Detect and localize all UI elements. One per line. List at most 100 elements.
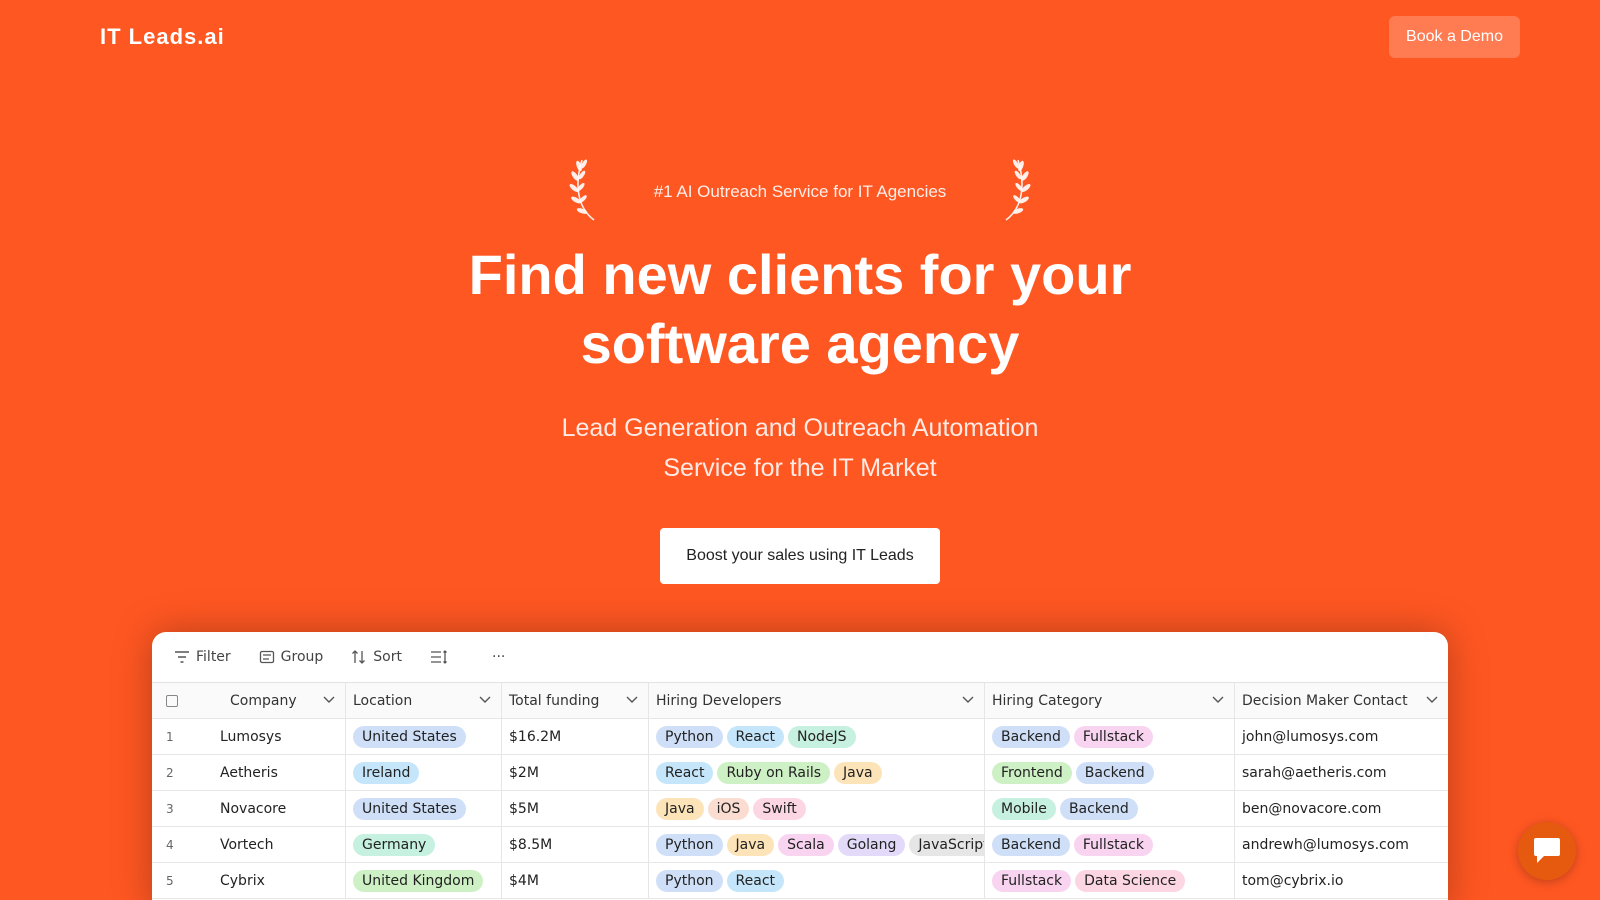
contact-cell[interactable]: john@lumosys.com [1235, 719, 1448, 754]
tag-pill: Java [656, 797, 704, 820]
book-demo-button[interactable]: Book a Demo [1389, 16, 1520, 58]
contact-email: andrewh@lumosys.com [1242, 836, 1409, 853]
table-row[interactable]: 5 Cybrix United Kingdom $4M Python React Fulls… [152, 863, 1448, 899]
column-label: Hiring Developers [656, 692, 782, 709]
tag-pill: JavaScript [909, 833, 984, 856]
hiring-category-cell[interactable]: Backend Fullstack [985, 827, 1235, 862]
header-hiring-category[interactable]: Hiring Category [985, 683, 1235, 718]
chevron-down-icon[interactable] [1426, 696, 1438, 704]
funding-value: $4M [509, 872, 539, 889]
award-badge: #1 AI Outreach Service for IT Agencies [560, 156, 1040, 222]
hiring-category-cell[interactable]: Mobile Backend [985, 791, 1235, 826]
row-height-icon [431, 650, 447, 664]
column-label: Total funding [509, 692, 600, 709]
tag-pill: React [726, 869, 785, 892]
tag-pill: Fullstack [992, 869, 1072, 892]
tag-pill: Backend [1059, 797, 1138, 820]
tag-pill: NodeJS [788, 725, 856, 748]
hero-subheading: Lead Generation and Outreach Automation … [500, 408, 1100, 488]
header-hiring-developers[interactable]: Hiring Developers [649, 683, 985, 718]
contact-cell[interactable]: sarah@aetheris.com [1235, 755, 1448, 790]
contact-email: tom@cybrix.io [1242, 872, 1344, 889]
hiring-developers-cell[interactable]: React Ruby on Rails Java [649, 755, 985, 790]
tag-pill: Java [834, 761, 882, 784]
location-cell[interactable]: Ireland [346, 755, 502, 790]
funding-value: $8.5M [509, 836, 553, 853]
tag-pill: Golang [837, 833, 906, 856]
location-cell[interactable]: Germany [346, 827, 502, 862]
tag-pill: Mobile [992, 797, 1056, 820]
chat-widget-button[interactable] [1518, 822, 1576, 880]
hiring-category-cell[interactable]: Frontend Backend [985, 755, 1235, 790]
hiring-category-cell[interactable]: Fullstack Data Science [985, 863, 1235, 898]
hiring-developers-cell[interactable]: Java iOS Swift [649, 791, 985, 826]
funding-cell[interactable]: $4M [502, 863, 649, 898]
tag-pill: Python [656, 833, 723, 856]
tag-pill: Swift [753, 797, 806, 820]
tag-pill: React [726, 725, 785, 748]
contact-cell[interactable]: ben@novacore.com [1235, 791, 1448, 826]
top-nav: IT Leads.ai Book a Demo [0, 0, 1600, 72]
funding-cell[interactable]: $16.2M [502, 719, 649, 754]
column-label: Hiring Category [992, 692, 1103, 709]
select-all-checkbox[interactable] [166, 694, 178, 707]
chevron-down-icon[interactable] [626, 696, 638, 704]
filter-label: Filter [196, 649, 231, 665]
row-height-button[interactable] [430, 650, 454, 664]
tag-pill: React [656, 761, 714, 784]
tag-pill: Frontend [992, 761, 1072, 784]
company-name: Aetheris [220, 764, 278, 781]
location-cell[interactable]: United States [346, 791, 502, 826]
boost-sales-button[interactable]: Boost your sales using IT Leads [660, 528, 940, 584]
header-total-funding[interactable]: Total funding [502, 683, 649, 718]
company-cell[interactable]: 3 Novacore [152, 791, 346, 826]
funding-cell[interactable]: $5M [502, 791, 649, 826]
funding-cell[interactable]: $2M [502, 755, 649, 790]
table-row[interactable]: 2 Aetheris Ireland $2M React Ruby on Rails Jav… [152, 755, 1448, 791]
header-company[interactable]: Company [152, 683, 346, 718]
tag-pill: United States [353, 725, 466, 748]
group-label: Group [280, 649, 324, 665]
table-header-row: Company Location Total funding Hiring De… [152, 683, 1448, 719]
tag-pill: Ireland [353, 761, 420, 784]
chevron-down-icon[interactable] [323, 696, 335, 704]
more-options-button[interactable]: ··· [492, 649, 505, 665]
header-location[interactable]: Location [346, 683, 502, 718]
headline-line-2: software agency [580, 312, 1020, 375]
contact-email: ben@novacore.com [1242, 800, 1382, 817]
table-row[interactable]: 1 Lumosys United States $16.2M Python React No… [152, 719, 1448, 755]
table-grid: Company Location Total funding Hiring De… [152, 682, 1448, 899]
hiring-developers-cell[interactable]: Python React NodeJS [649, 719, 985, 754]
chevron-down-icon[interactable] [479, 696, 491, 704]
chevron-down-icon[interactable] [962, 696, 974, 704]
tag-pill: Python [656, 725, 723, 748]
row-number: 4 [166, 837, 174, 852]
filter-button[interactable]: Filter [174, 649, 231, 665]
group-button[interactable]: Group [259, 649, 324, 665]
company-cell[interactable]: 4 Vortech [152, 827, 346, 862]
logo[interactable]: IT Leads.ai [100, 24, 225, 50]
chevron-down-icon[interactable] [1212, 696, 1224, 704]
location-cell[interactable]: United States [346, 719, 502, 754]
funding-value: $2M [509, 764, 539, 781]
contact-cell[interactable]: tom@cybrix.io [1235, 863, 1448, 898]
company-cell[interactable]: 5 Cybrix [152, 863, 346, 898]
location-cell[interactable]: United Kingdom [346, 863, 502, 898]
table-row[interactable]: 3 Novacore United States $5M Java iOS Swift Mob… [152, 791, 1448, 827]
contact-cell[interactable]: andrewh@lumosys.com [1235, 827, 1448, 862]
filter-icon [175, 651, 189, 663]
row-number: 3 [166, 801, 174, 816]
hiring-category-cell[interactable]: Backend Fullstack [985, 719, 1235, 754]
hiring-developers-cell[interactable]: Python Java Scala Golang JavaScript [649, 827, 985, 862]
company-cell[interactable]: 2 Aetheris [152, 755, 346, 790]
column-label: Decision Maker Contact [1242, 692, 1408, 709]
leads-table-preview: Filter Group Sort ··· Company Location T… [152, 632, 1448, 900]
tag-pill: Germany [353, 833, 436, 856]
company-name: Novacore [220, 800, 287, 817]
funding-cell[interactable]: $8.5M [502, 827, 649, 862]
company-cell[interactable]: 1 Lumosys [152, 719, 346, 754]
hiring-developers-cell[interactable]: Python React [649, 863, 985, 898]
table-row[interactable]: 4 Vortech Germany $8.5M Python Java Scala Golan… [152, 827, 1448, 863]
sort-button[interactable]: Sort [351, 649, 402, 665]
header-decision-maker-contact[interactable]: Decision Maker Contact [1235, 683, 1448, 718]
